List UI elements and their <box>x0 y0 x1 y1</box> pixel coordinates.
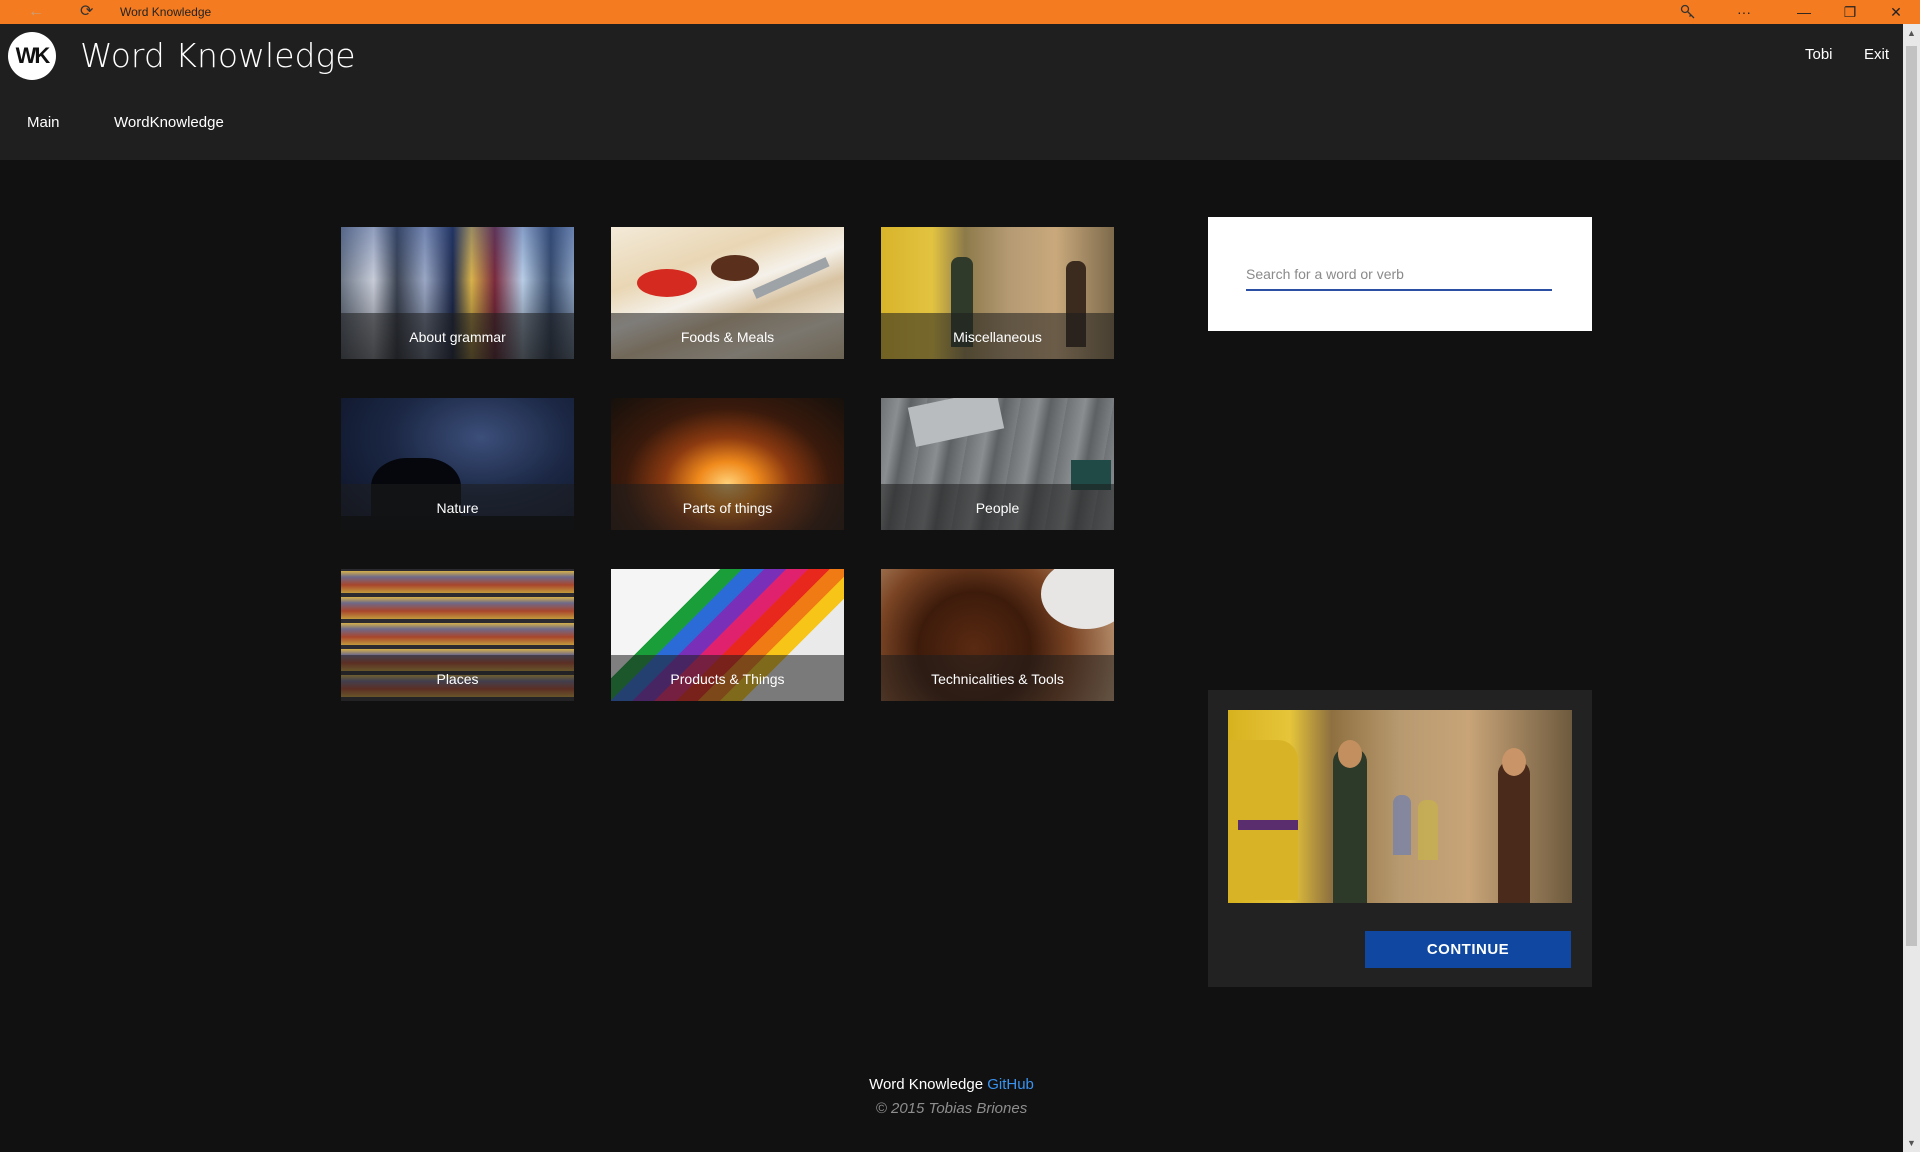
scroll-up-arrow-icon[interactable]: ▲ <box>1903 24 1920 42</box>
category-label: Parts of things <box>682 500 773 516</box>
github-link[interactable]: GitHub <box>987 1076 1034 1093</box>
continue-button[interactable]: CONTINUE <box>1365 931 1571 968</box>
minimize-button[interactable]: — <box>1784 0 1824 24</box>
footer-app-name: Word Knowledge <box>869 1076 984 1093</box>
footer-copyright: © 2015 Tobias Briones <box>875 1100 1028 1117</box>
key-icon[interactable] <box>1668 0 1708 24</box>
category-tile-about-grammar[interactable]: About grammar <box>341 227 574 359</box>
category-tile-foods-meals[interactable]: Foods & Meals <box>611 227 844 359</box>
category-tile-parts-of-things[interactable]: Parts of things <box>611 398 844 530</box>
refresh-icon[interactable]: ⟳ <box>80 2 100 22</box>
category-tile-people[interactable]: People <box>881 398 1114 530</box>
footer-credits: Word Knowledge GitHub <box>0 1076 1903 1093</box>
search-card <box>1208 217 1592 331</box>
window-title-bar: ← ⟳ Word Knowledge ··· — ❐ ✕ <box>0 0 1920 24</box>
category-label: Miscellaneous <box>953 329 1042 345</box>
category-tile-technicalities-tools[interactable]: Technicalities & Tools <box>881 569 1114 701</box>
vertical-scrollbar[interactable]: ▲ ▼ <box>1903 24 1920 1152</box>
category-label: People <box>975 500 1020 516</box>
user-link[interactable]: Tobi <box>1805 46 1833 63</box>
category-label: Products & Things <box>670 671 785 687</box>
more-options-button[interactable]: ··· <box>1724 0 1764 24</box>
exit-link[interactable]: Exit <box>1864 46 1889 63</box>
search-input[interactable] <box>1246 259 1552 291</box>
category-label: About grammar <box>409 329 506 345</box>
app-logo: WK <box>8 32 56 80</box>
back-arrow-icon[interactable]: ← <box>28 2 48 22</box>
scroll-down-arrow-icon[interactable]: ▼ <box>1903 1134 1920 1152</box>
nav-item-wordknowledge[interactable]: WordKnowledge <box>114 114 224 131</box>
nav-item-main[interactable]: Main <box>27 114 60 131</box>
category-label: Nature <box>436 500 479 516</box>
window-title: Word Knowledge <box>120 5 212 19</box>
scrollbar-thumb[interactable] <box>1906 46 1917 946</box>
category-label: Technicalities & Tools <box>931 671 1064 687</box>
close-button[interactable]: ✕ <box>1876 0 1916 24</box>
app-header: WK Word Knowledge Tobi Exit Main WordKno… <box>0 24 1903 160</box>
restore-button[interactable]: ❐ <box>1830 0 1870 24</box>
category-tile-miscellaneous[interactable]: Miscellaneous <box>881 227 1114 359</box>
category-tile-places[interactable]: Places <box>341 569 574 701</box>
category-tile-products-things[interactable]: Products & Things <box>611 569 844 701</box>
category-label: Places <box>436 671 479 687</box>
category-tile-nature[interactable]: Nature <box>341 398 574 530</box>
category-label: Foods & Meals <box>680 329 775 345</box>
app-title: Word Knowledge <box>80 36 356 75</box>
toy-figures-photo-icon <box>1228 710 1572 903</box>
featured-card: CONTINUE <box>1208 690 1592 987</box>
